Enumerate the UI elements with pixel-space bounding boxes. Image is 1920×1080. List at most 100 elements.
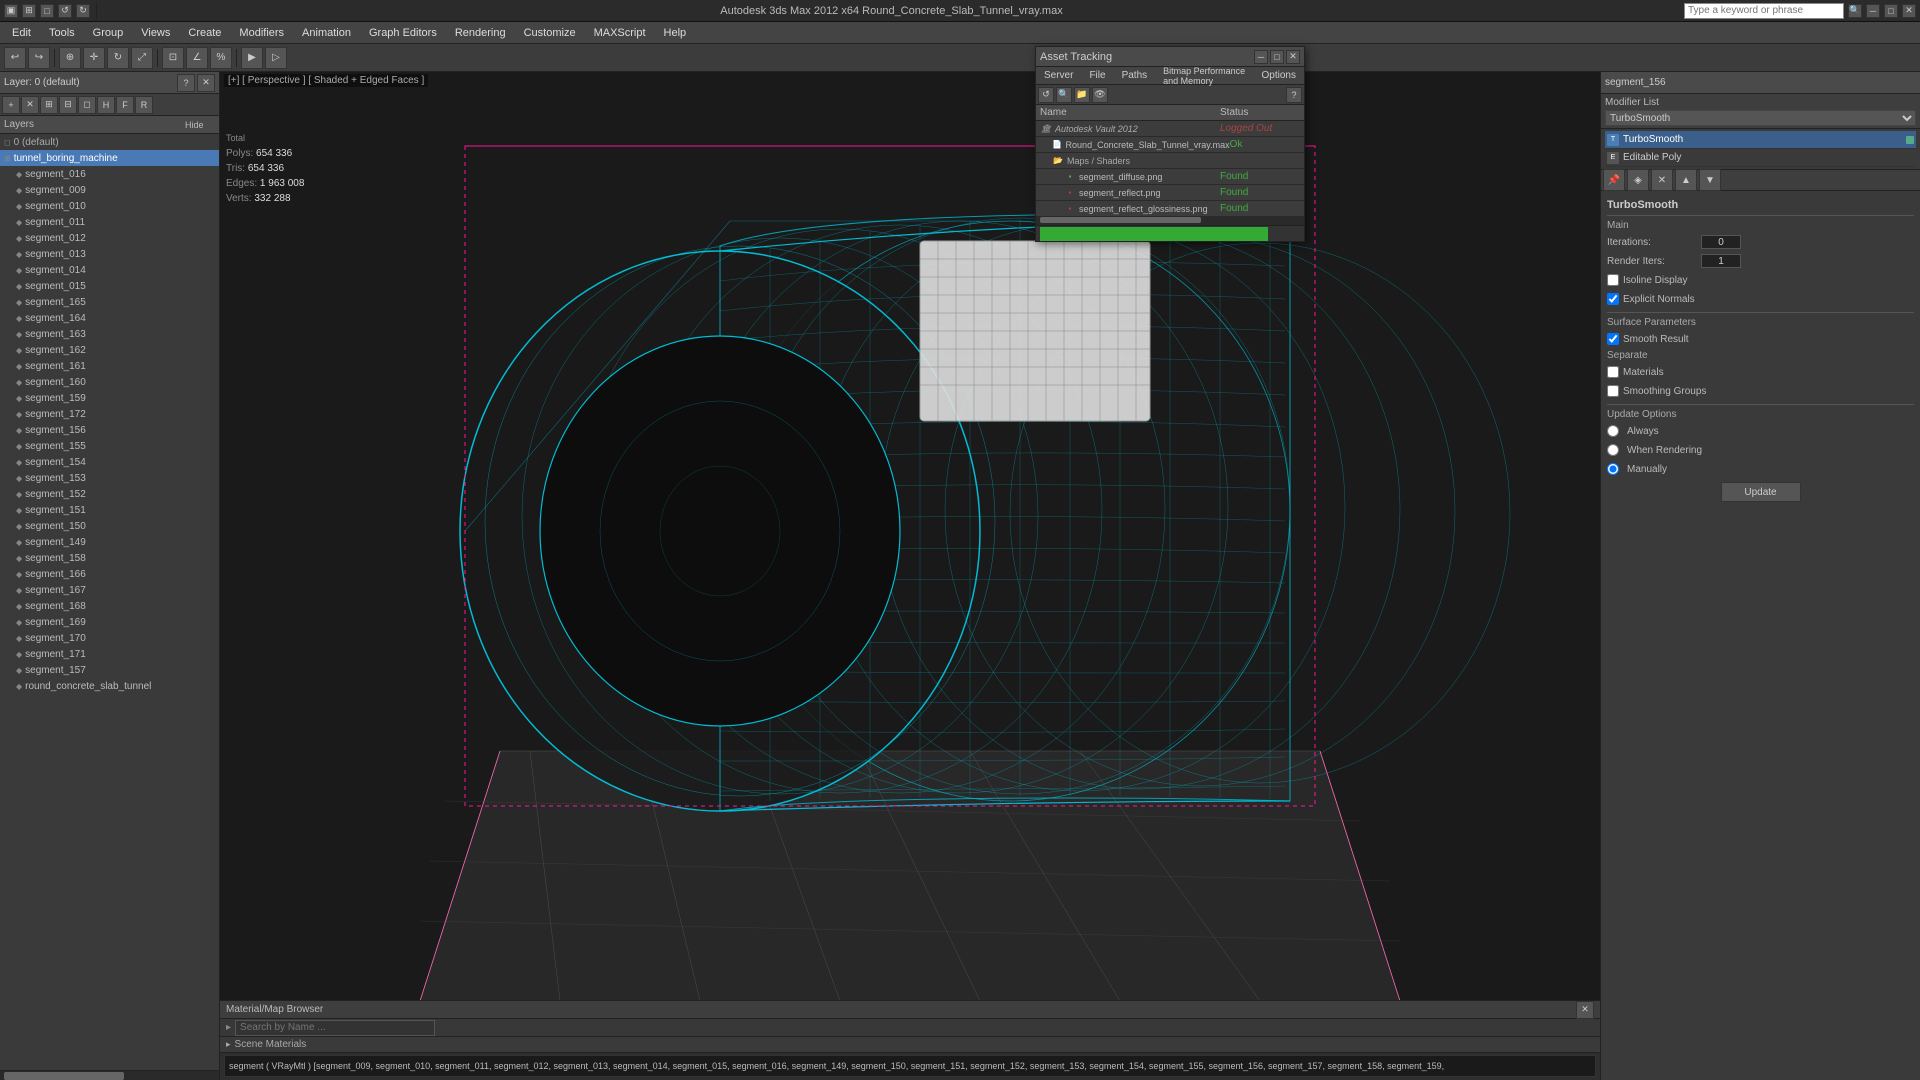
menu-views[interactable]: Views: [133, 25, 178, 41]
asset-row-vault[interactable]: 🏛 Autodesk Vault 2012 Logged Out: [1036, 121, 1304, 137]
tb-scale[interactable]: ⤢: [131, 47, 153, 69]
layer-item-segment_155[interactable]: ◆segment_155: [0, 438, 219, 454]
layer-item-segment_016[interactable]: ◆segment_016: [0, 166, 219, 182]
ts-iterations-input[interactable]: [1701, 235, 1741, 249]
asset-row-maps[interactable]: 📂 Maps / Shaders: [1036, 153, 1304, 169]
menu-maxscript[interactable]: MAXScript: [586, 25, 654, 41]
tb-redo[interactable]: ↪: [28, 47, 50, 69]
layers-help-btn[interactable]: ?: [177, 74, 195, 92]
layer-item-segment_010[interactable]: ◆segment_010: [0, 198, 219, 214]
asset-minimize-btn[interactable]: ─: [1254, 50, 1268, 64]
keyword-search-input[interactable]: [1684, 3, 1844, 19]
menu-edit[interactable]: Edit: [4, 25, 39, 41]
layer-item-segment_163[interactable]: ◆segment_163: [0, 326, 219, 342]
menu-modifiers[interactable]: Modifiers: [231, 25, 292, 41]
asset-scroll-thumb[interactable]: [1040, 217, 1201, 223]
layers-hscroll[interactable]: [0, 1070, 219, 1080]
layer-item-segment_162[interactable]: ◆segment_162: [0, 342, 219, 358]
tb-rotate[interactable]: ↻: [107, 47, 129, 69]
layer-item-segment_011[interactable]: ◆segment_011: [0, 214, 219, 230]
tb-render-frame[interactable]: ▷: [265, 47, 287, 69]
layers-remove-obj-btn[interactable]: ⊟: [59, 96, 77, 114]
menu-animation[interactable]: Animation: [294, 25, 359, 41]
close-btn[interactable]: ✕: [1902, 4, 1916, 18]
material-browser-close-btn[interactable]: ✕: [1576, 1001, 1594, 1019]
menu-group[interactable]: Group: [85, 25, 132, 41]
mod-move-up-btn[interactable]: ▲: [1675, 169, 1697, 191]
modifier-editable-poly[interactable]: E Editable Poly: [1605, 149, 1916, 167]
tb-btn-3[interactable]: ↺: [58, 4, 72, 18]
asset-menu-server[interactable]: Server: [1036, 67, 1081, 84]
material-search-input[interactable]: [235, 1020, 435, 1036]
layer-item-segment_168[interactable]: ◆segment_168: [0, 598, 219, 614]
layer-item-segment_171[interactable]: ◆segment_171: [0, 646, 219, 662]
layer-item-segment_012[interactable]: ◆segment_012: [0, 230, 219, 246]
layer-item-segment_154[interactable]: ◆segment_154: [0, 454, 219, 470]
tb-undo[interactable]: ↩: [4, 47, 26, 69]
layer-item-segment_172[interactable]: ◆segment_172: [0, 406, 219, 422]
mod-move-down-btn[interactable]: ▼: [1699, 169, 1721, 191]
tb-btn-4[interactable]: ↻: [76, 4, 90, 18]
modifier-list-dropdown[interactable]: TurboSmooth: [1605, 110, 1916, 126]
at-view-btn[interactable]: 👁: [1092, 87, 1108, 103]
tb-select[interactable]: ⊕: [59, 47, 81, 69]
tb-snap[interactable]: ⊡: [162, 47, 184, 69]
layer-item-segment_160[interactable]: ◆segment_160: [0, 374, 219, 390]
tb-render[interactable]: ▶: [241, 47, 263, 69]
layer-item-round_concrete_slab_tunnel[interactable]: ◆round_concrete_slab_tunnel: [0, 678, 219, 694]
asset-scrollbar[interactable]: [1036, 217, 1304, 225]
asset-row-max-file[interactable]: 📄 Round_Concrete_Slab_Tunnel_vray.max Ok: [1036, 137, 1304, 153]
ts-isoline-checkbox[interactable]: [1607, 274, 1619, 286]
layer-item-tunnel_boring_machine[interactable]: ⊞tunnel_boring_machine: [0, 150, 219, 166]
ts-explicit-normals-checkbox[interactable]: [1607, 293, 1619, 305]
minimize-btn[interactable]: ─: [1866, 4, 1880, 18]
asset-restore-btn[interactable]: □: [1270, 50, 1284, 64]
layer-item-segment_167[interactable]: ◆segment_167: [0, 582, 219, 598]
layers-delete-btn[interactable]: ✕: [21, 96, 39, 114]
menu-customize[interactable]: Customize: [516, 25, 584, 41]
layers-freeze-toggle[interactable]: F: [116, 96, 134, 114]
maximize-btn[interactable]: □: [1884, 4, 1898, 18]
tb-move[interactable]: ✛: [83, 47, 105, 69]
ts-when-rendering-radio[interactable]: [1607, 444, 1619, 456]
menu-rendering[interactable]: Rendering: [447, 25, 514, 41]
hscroll-thumb[interactable]: [4, 1072, 124, 1080]
layer-item-segment_150[interactable]: ◆segment_150: [0, 518, 219, 534]
menu-help[interactable]: Help: [656, 25, 695, 41]
layer-item-segment_166[interactable]: ◆segment_166: [0, 566, 219, 582]
tb-percent-snap[interactable]: %: [210, 47, 232, 69]
layer-item-0_(default)[interactable]: ◻0 (default): [0, 134, 219, 150]
tb-btn-2[interactable]: □: [40, 4, 54, 18]
layer-item-segment_149[interactable]: ◆segment_149: [0, 534, 219, 550]
app-icon[interactable]: ▣: [4, 4, 18, 18]
at-set-path-btn[interactable]: 📁: [1074, 87, 1090, 103]
menu-graph-editors[interactable]: Graph Editors: [361, 25, 445, 41]
search-btn[interactable]: 🔍: [1848, 4, 1862, 18]
asset-menu-options[interactable]: Options: [1254, 67, 1304, 84]
layer-item-segment_151[interactable]: ◆segment_151: [0, 502, 219, 518]
layer-item-segment_170[interactable]: ◆segment_170: [0, 630, 219, 646]
ts-smooth-result-checkbox[interactable]: [1607, 333, 1619, 345]
layers-render-toggle[interactable]: R: [135, 96, 153, 114]
layer-item-segment_013[interactable]: ◆segment_013: [0, 246, 219, 262]
layers-hide-toggle[interactable]: H: [97, 96, 115, 114]
layer-item-segment_009[interactable]: ◆segment_009: [0, 182, 219, 198]
layers-new-btn[interactable]: +: [2, 96, 20, 114]
menu-create[interactable]: Create: [180, 25, 229, 41]
layer-item-segment_152[interactable]: ◆segment_152: [0, 486, 219, 502]
layer-item-segment_153[interactable]: ◆segment_153: [0, 470, 219, 486]
ts-materials-checkbox[interactable]: [1607, 366, 1619, 378]
asset-menu-bitmap[interactable]: Bitmap Performance and Memory: [1155, 67, 1253, 84]
layer-item-segment_165[interactable]: ◆segment_165: [0, 294, 219, 310]
asset-menu-paths[interactable]: Paths: [1114, 67, 1156, 84]
modifier-turbosmooth[interactable]: T TurboSmooth: [1605, 131, 1916, 149]
menu-tools[interactable]: Tools: [41, 25, 83, 41]
asset-row-reflect[interactable]: ▪ segment_reflect.png Found: [1036, 185, 1304, 201]
layer-item-segment_169[interactable]: ◆segment_169: [0, 614, 219, 630]
layers-select-btn[interactable]: ◻: [78, 96, 96, 114]
mod-make-unique-btn[interactable]: ◈: [1627, 169, 1649, 191]
asset-close-btn[interactable]: ✕: [1286, 50, 1300, 64]
layer-item-segment_159[interactable]: ◆segment_159: [0, 390, 219, 406]
layer-item-segment_157[interactable]: ◆segment_157: [0, 662, 219, 678]
layer-item-segment_014[interactable]: ◆segment_014: [0, 262, 219, 278]
